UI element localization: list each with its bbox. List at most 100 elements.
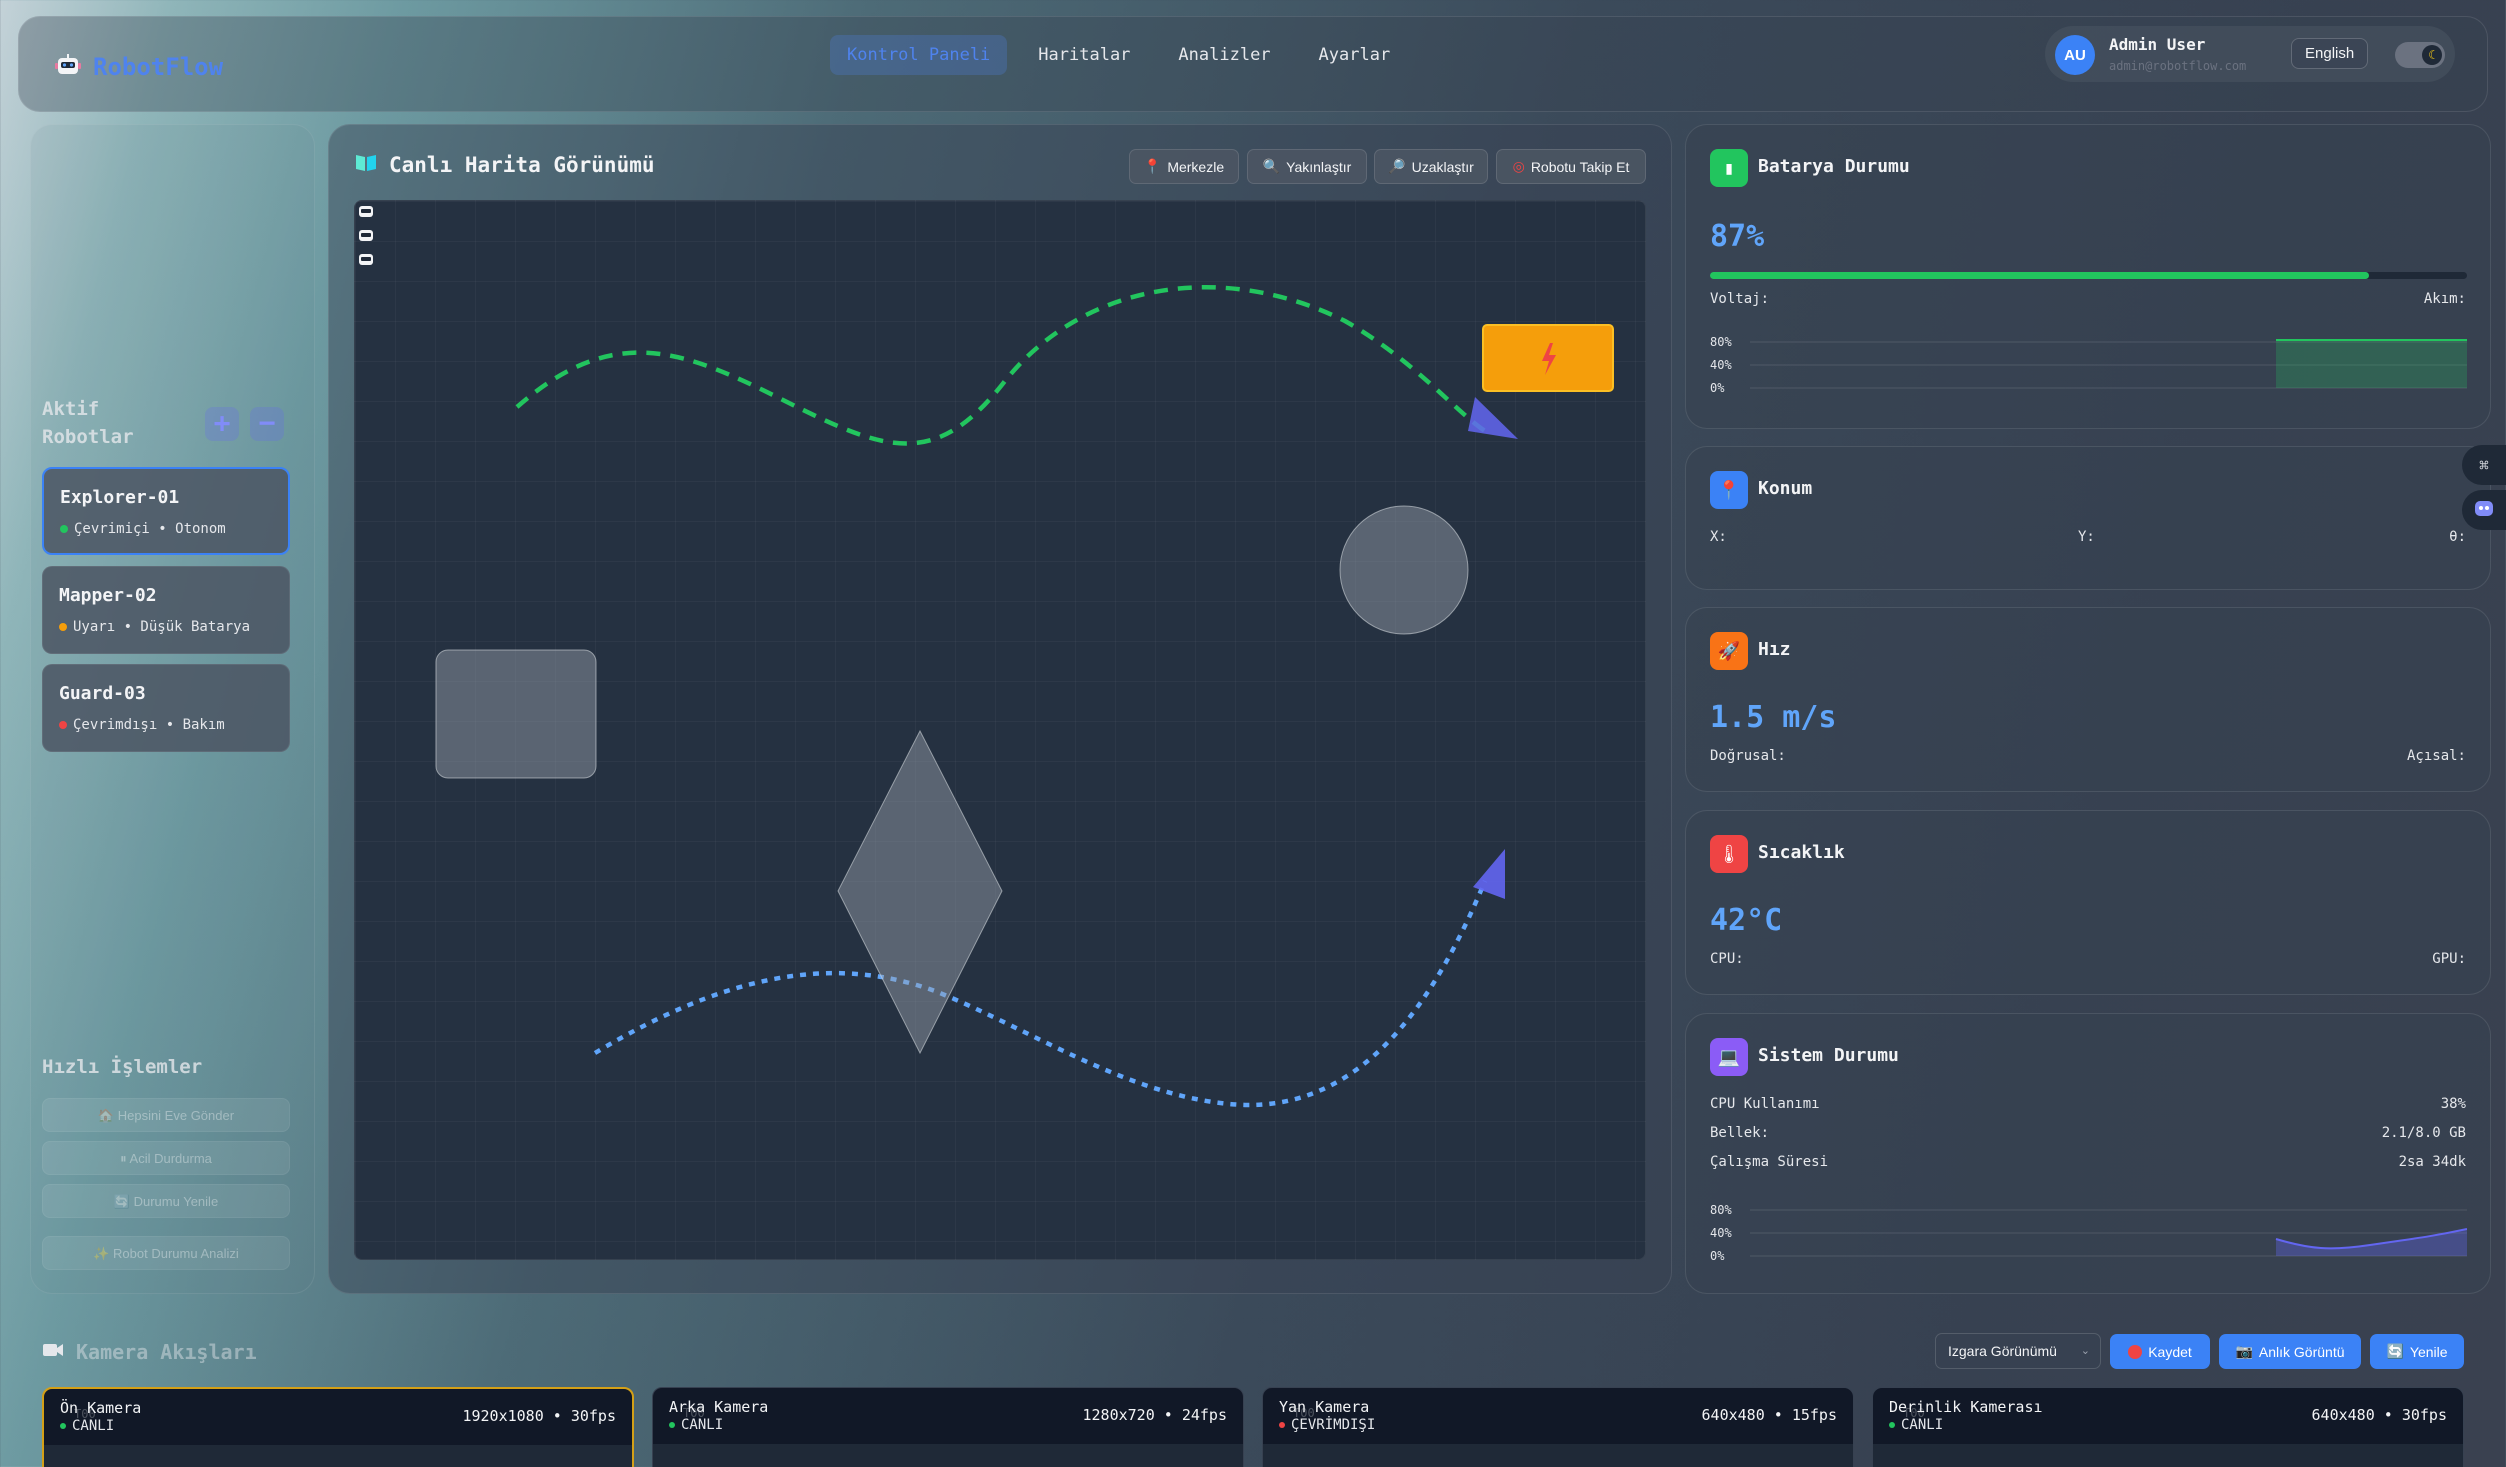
current-label: Akım: bbox=[2423, 291, 2466, 307]
record-button[interactable]: Kaydet bbox=[2110, 1334, 2210, 1369]
camera-status: CANLI bbox=[1889, 1417, 1943, 1433]
memory-label: Bellek: bbox=[1710, 1125, 1770, 1141]
map-canvas[interactable] bbox=[354, 200, 1646, 1260]
speed-title: Hız bbox=[1758, 639, 1791, 660]
speed-value: 1.5 m/s bbox=[1710, 700, 1837, 735]
angular-label: Açısal: bbox=[2406, 748, 2466, 764]
grid-tool-button[interactable]: ⌘ bbox=[2462, 445, 2506, 485]
x-label: X: bbox=[1710, 529, 1727, 545]
quick-actions-title: Hızlı İşlemler bbox=[42, 1056, 203, 1078]
zoom-out-icon: 🔎 bbox=[1388, 158, 1406, 174]
remove-robot-button[interactable]: − bbox=[250, 407, 284, 441]
nav-settings[interactable]: Ayarlar bbox=[1302, 35, 1408, 75]
camera-feed-front[interactable]: T00 Ön Kamera CANLI 1920x1080 • 30fps bbox=[42, 1387, 634, 1467]
robot-card-guard[interactable]: Guard-03 Çevrimdışı • Bakım bbox=[42, 664, 290, 752]
brand-name: RobotFlow bbox=[93, 53, 224, 81]
battery-widget: ▮ Batarya Durumu 87% Voltaj: Akım: 80% 4… bbox=[1685, 124, 2491, 429]
battery-chart-plot bbox=[1750, 339, 2467, 389]
voltage-label: Voltaj: bbox=[1710, 291, 1770, 307]
green-arrowhead bbox=[1468, 397, 1518, 439]
temperature-widget: 🌡 Sıcaklık 42°C CPU: GPU: bbox=[1685, 810, 2491, 995]
video-camera-icon bbox=[42, 1340, 64, 1364]
moon-icon: ☾ bbox=[2422, 45, 2442, 65]
pin-icon: 📍 bbox=[1143, 158, 1162, 174]
language-button[interactable]: English bbox=[2291, 38, 2369, 69]
robot-marker-icon[interactable] bbox=[359, 254, 373, 265]
user-menu[interactable]: AU Admin User admin@robotflow.com Englis… bbox=[2045, 26, 2455, 82]
add-robot-button[interactable]: + bbox=[205, 407, 239, 441]
battery-icon: ▮ bbox=[1710, 149, 1748, 187]
system-chart: 80% 40% 0% bbox=[1710, 1203, 2467, 1263]
robot-analysis-button[interactable]: ✨ Robot Durumu Analizi bbox=[42, 1236, 290, 1270]
refresh-cameras-button[interactable]: 🔄 Yenile bbox=[2370, 1334, 2464, 1369]
camera-resolution: 640x480 • 15fps bbox=[1701, 1406, 1837, 1424]
zoom-out-button[interactable]: 🔎 Uzaklaştır bbox=[1374, 149, 1488, 184]
robot-card-explorer[interactable]: Explorer-01 Çevrimiçi • Otonom bbox=[42, 467, 290, 555]
brand[interactable]: RobotFlow bbox=[55, 53, 223, 81]
camera-resolution: 1920x1080 • 30fps bbox=[462, 1407, 616, 1425]
status-dot-icon bbox=[669, 1422, 675, 1428]
battery-value: 87% bbox=[1710, 219, 1765, 254]
follow-robot-button[interactable]: ◎ Robotu Takip Et bbox=[1496, 149, 1646, 184]
nav-maps[interactable]: Haritalar bbox=[1021, 35, 1147, 75]
camera-name: Yan Kamera bbox=[1279, 1398, 1370, 1416]
camera-video-area bbox=[44, 1445, 632, 1467]
avatar[interactable]: AU bbox=[2055, 35, 2095, 75]
battery-history-area bbox=[2276, 340, 2467, 388]
robot-face-icon bbox=[2473, 498, 2495, 522]
camera-video-area bbox=[653, 1444, 1243, 1467]
camera-status: CANLI bbox=[60, 1418, 114, 1434]
user-name: Admin User bbox=[2109, 35, 2206, 54]
robot-card-mapper[interactable]: Mapper-02 Uyarı • Düşük Batarya bbox=[42, 566, 290, 654]
nav-dashboard[interactable]: Kontrol Paneli bbox=[830, 35, 1008, 75]
camera-name: Derinlik Kamerası bbox=[1889, 1398, 2043, 1416]
linear-label: Doğrusal: bbox=[1710, 748, 1786, 764]
camera-feed-rear[interactable]: T00 Arka Kamera CANLI 1280x720 • 24fps bbox=[652, 1387, 1244, 1467]
cpu-usage-value: 38% bbox=[2440, 1096, 2466, 1112]
robot-name: Guard-03 bbox=[59, 683, 146, 704]
assistant-button[interactable] bbox=[2462, 490, 2506, 530]
status-dot-icon bbox=[60, 1423, 66, 1429]
camera-name: Arka Kamera bbox=[669, 1398, 769, 1416]
camera-status: ÇEVRİMDIŞI bbox=[1279, 1417, 1375, 1433]
obstacle-circle[interactable] bbox=[1339, 505, 1469, 635]
snapshot-button[interactable]: 📷 Anlık Görüntü bbox=[2219, 1334, 2361, 1369]
status-dot-icon bbox=[59, 623, 67, 631]
camera-name: Ön Kamera bbox=[60, 1399, 142, 1417]
map-drawing bbox=[359, 206, 1614, 1108]
battery-bar-fill bbox=[1710, 272, 2369, 279]
send-all-home-button[interactable]: 🏠 Hepsini Eve Gönder bbox=[42, 1098, 290, 1132]
camera-resolution: 640x480 • 30fps bbox=[2311, 1406, 2447, 1424]
obstacle-rect[interactable] bbox=[435, 649, 597, 779]
status-dot-icon bbox=[60, 525, 68, 533]
camera-view-select[interactable]: Izgara Görünümü ⌄ bbox=[1935, 1333, 2101, 1369]
location-title: Konum bbox=[1758, 478, 1813, 499]
robot-marker-icon[interactable] bbox=[359, 206, 373, 217]
robot-marker-icon[interactable] bbox=[359, 230, 373, 241]
center-map-button[interactable]: 📍 Merkezle bbox=[1129, 149, 1239, 184]
speed-widget: 🚀 Hız 1.5 m/s Doğrusal: Açısal: bbox=[1685, 607, 2491, 792]
camera-feed-depth[interactable]: T00 Derinlik Kamerası CANLI 640x480 • 30… bbox=[1872, 1387, 2464, 1467]
camera-resolution: 1280x720 • 24fps bbox=[1082, 1406, 1228, 1424]
status-dot-icon bbox=[1279, 1422, 1285, 1428]
location-widget: 📍 Konum X: Y: θ: bbox=[1685, 446, 2491, 590]
status-dot-icon bbox=[1889, 1422, 1895, 1428]
camera-feed-side[interactable]: T00 Yan Kamera ÇEVRİMDIŞI 640x480 • 15fp… bbox=[1262, 1387, 1854, 1467]
battery-bar bbox=[1710, 272, 2467, 279]
camera-icon: 📷 bbox=[2235, 1343, 2253, 1359]
uptime-label: Çalışma Süresi bbox=[1710, 1154, 1829, 1170]
laptop-icon: 💻 bbox=[1710, 1038, 1748, 1076]
active-robots-title: Aktif Robotlar bbox=[42, 398, 134, 448]
cpu-usage-label: CPU Kullanımı bbox=[1710, 1096, 1820, 1112]
nav-analytics[interactable]: Analizler bbox=[1161, 35, 1287, 75]
zoom-in-button[interactable]: 🔍 Yakınlaştır bbox=[1247, 149, 1367, 184]
map-title: Canlı Harita Görünümü bbox=[355, 152, 655, 177]
emergency-stop-button[interactable]: ⏸ Acil Durdurma bbox=[42, 1141, 290, 1175]
system-title: Sistem Durumu bbox=[1758, 1045, 1899, 1066]
cpu-temp-label: CPU: bbox=[1710, 951, 1744, 967]
theme-toggle[interactable]: ☾ bbox=[2395, 42, 2445, 68]
temperature-title: Sıcaklık bbox=[1758, 842, 1845, 863]
obstacle-diamond[interactable] bbox=[837, 729, 1003, 1055]
blue-planned-path bbox=[593, 880, 1488, 1108]
refresh-status-button[interactable]: 🔄 Durumu Yenile bbox=[42, 1184, 290, 1218]
